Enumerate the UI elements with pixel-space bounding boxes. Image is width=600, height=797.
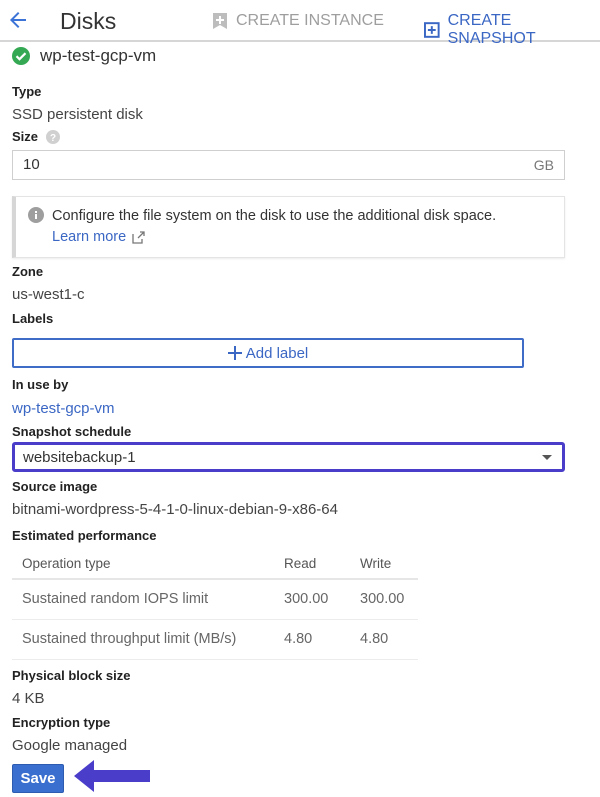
info-message: Configure the file system on the disk to…	[52, 208, 497, 224]
zone-label: Zone	[12, 264, 44, 279]
snapshot-schedule-label: Snapshot schedule	[12, 424, 132, 439]
encryption-label: Encryption type	[12, 715, 111, 730]
pointer-arrow-icon	[74, 760, 150, 792]
save-button[interactable]: Save	[12, 764, 64, 793]
block-size-value: 4 KB	[12, 690, 45, 707]
source-image-label: Source image	[12, 479, 98, 494]
create-snapshot-label: CREATE SNAPSHOT	[447, 12, 536, 47]
learn-more-link[interactable]: Learn more	[52, 229, 145, 245]
column-header: Write	[350, 548, 418, 580]
page-title: Disks	[60, 8, 117, 34]
learn-more-label: Learn more	[52, 229, 127, 245]
snapshot-schedule-select[interactable]: websitebackup-1	[12, 442, 565, 472]
table-header-row: Operation type Read Write	[12, 548, 418, 580]
table-cell: Sustained throughput limit (MB/s)	[12, 619, 274, 660]
external-link-icon	[132, 230, 145, 244]
encryption-value: Google managed	[12, 737, 128, 754]
create-instance-button[interactable]: CREATE INSTANCE	[212, 12, 384, 30]
arrow-left-icon	[10, 12, 26, 28]
column-header: Operation type	[12, 548, 274, 580]
source-image-value: bitnami-wordpress-5-4-1-0-linux-debian-9…	[12, 501, 338, 518]
type-label: Type	[12, 84, 42, 99]
zone-value: us-west1-c	[12, 286, 85, 303]
size-input[interactable]	[23, 156, 463, 173]
table-cell: Sustained random IOPS limit	[12, 579, 274, 620]
info-banner: Configure the file system on the disk to…	[12, 196, 565, 258]
snapshot-plus-icon	[424, 22, 440, 38]
top-bar: Disks CREATE INSTANCE CREATE SNAPSHOT	[0, 0, 600, 47]
table-row: Sustained random IOPS limit 300.00 300.0…	[12, 579, 418, 620]
table-cell: 300.00	[350, 579, 418, 620]
in-use-link[interactable]: wp-test-gcp-vm	[12, 400, 115, 417]
in-use-label: In use by	[12, 377, 69, 392]
bookmark-plus-icon	[213, 13, 227, 29]
size-field[interactable]: GB	[12, 150, 565, 180]
block-size-label: Physical block size	[12, 668, 131, 683]
create-snapshot-button[interactable]: CREATE SNAPSHOT	[424, 12, 600, 48]
size-label-row: Size ?	[12, 129, 61, 144]
table-cell: 4.80	[350, 619, 418, 660]
size-unit: GB	[533, 157, 554, 173]
disk-header: wp-test-gcp-vm	[12, 46, 156, 66]
back-button[interactable]	[6, 8, 30, 32]
estimated-performance-label: Estimated performance	[12, 528, 157, 543]
column-header: Read	[274, 548, 350, 580]
info-icon	[28, 207, 44, 223]
snapshot-schedule-value: websitebackup-1	[23, 449, 136, 466]
table-row: Sustained throughput limit (MB/s) 4.80 4…	[12, 619, 418, 660]
table-cell: 4.80	[274, 619, 350, 660]
performance-table: Operation type Read Write Sustained rand…	[12, 548, 418, 660]
size-label: Size	[12, 129, 39, 144]
create-instance-label: CREATE INSTANCE	[236, 12, 384, 29]
disk-name: wp-test-gcp-vm	[40, 46, 157, 65]
table-cell: 300.00	[274, 579, 350, 620]
add-label-text: Add label	[245, 344, 309, 362]
type-value: SSD persistent disk	[12, 106, 143, 123]
svg-text:?: ?	[50, 133, 56, 144]
add-label-button[interactable]: Add label	[12, 338, 524, 368]
check-circle-icon	[12, 47, 30, 65]
dropdown-arrow-icon	[542, 455, 552, 460]
plus-icon	[227, 346, 242, 360]
labels-label: Labels	[12, 311, 54, 326]
help-circle-icon[interactable]: ?	[46, 129, 61, 144]
